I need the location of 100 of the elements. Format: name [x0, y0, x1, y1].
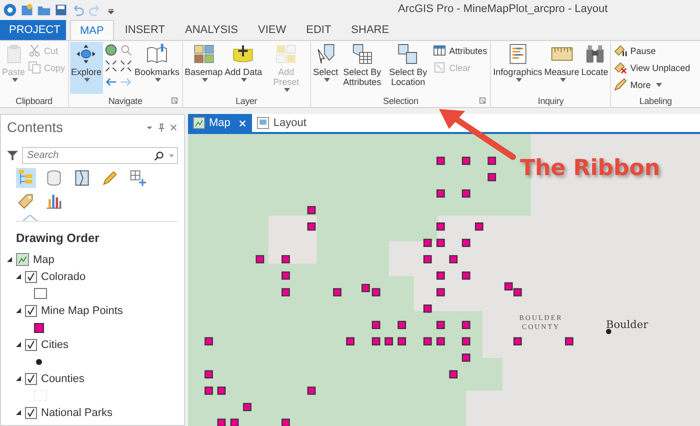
map-icon: [193, 117, 205, 129]
expand-triangle-icon[interactable]: [16, 274, 21, 279]
layer-checkbox[interactable]: [25, 406, 37, 418]
point-marker: [436, 156, 445, 165]
grid-plus-icon[interactable]: [128, 168, 148, 188]
point-marker: [449, 370, 458, 378]
drawing-order-icon[interactable]: [16, 168, 36, 188]
ribbon-tab[interactable]: ANALYSIS: [176, 20, 247, 40]
tree-label[interactable]: National Parks: [41, 406, 113, 418]
point-marker: [243, 402, 252, 412]
ribbon-button[interactable]: Select By Location: [385, 42, 432, 94]
point-marker: [462, 272, 470, 280]
preset-tiles-icon: [275, 43, 298, 65]
point-marker: [436, 272, 445, 280]
tree-label[interactable]: Mine Map Points: [41, 304, 123, 316]
layer-checkbox[interactable]: [25, 304, 37, 316]
city-dot: [606, 328, 612, 334]
point-marker: [423, 255, 432, 264]
ribbon-button[interactable]: Select: [312, 42, 340, 94]
select-location-icon: [397, 43, 420, 65]
search-field[interactable]: Search: [22, 147, 178, 164]
tree-label[interactable]: Map: [33, 254, 54, 266]
tree-label[interactable]: Counties: [41, 372, 84, 384]
ribbon-button[interactable]: Add Data: [224, 42, 264, 94]
tree-label[interactable]: Colorado: [41, 270, 86, 282]
search-icon[interactable]: [154, 151, 164, 161]
layer-checkbox[interactable]: [25, 270, 37, 282]
dialog-launcher-icon[interactable]: [479, 97, 486, 104]
group-title: Inquiry: [538, 96, 564, 106]
ribbon-button[interactable]: Measure: [543, 42, 580, 94]
ribbon-button[interactable]: More: [612, 77, 692, 92]
select-table-icon: [351, 43, 374, 65]
private-land-area: [268, 216, 317, 264]
expand-triangle-icon[interactable]: [16, 308, 21, 313]
ribbon-tab[interactable]: PROJECT: [0, 20, 66, 40]
filter-icon[interactable]: [7, 150, 18, 161]
point-marker: [282, 272, 290, 280]
layout-icon: [257, 117, 270, 129]
point-marker: [282, 288, 290, 296]
ribbon-tab[interactable]: VIEW: [248, 20, 296, 40]
point-marker: [398, 320, 406, 330]
group-title: Clipboard: [16, 96, 52, 106]
point-marker: [462, 189, 470, 198]
ribbon-button[interactable]: Select By Attributes: [339, 42, 386, 94]
ribbon-button[interactable]: Explore: [70, 42, 103, 94]
point-marker: [488, 173, 496, 182]
expand-triangle-icon[interactable]: [16, 342, 21, 347]
point-marker: [436, 288, 445, 296]
point-marker: [462, 156, 470, 165]
ribbon-button[interactable]: Bookmarks: [134, 42, 181, 94]
explore-icon: [75, 43, 98, 65]
layer-checkbox[interactable]: [25, 338, 37, 350]
point-marker: [256, 255, 264, 264]
layer-checkbox[interactable]: [25, 372, 37, 384]
ribbon-tab[interactable]: SHARE: [342, 20, 398, 40]
ribbon-button[interactable]: Locate: [580, 42, 610, 94]
pane-title: Contents: [7, 119, 64, 135]
ribbon-tab[interactable]: INSERT: [116, 20, 174, 40]
scissors-icon: [28, 44, 42, 57]
document-tab[interactable]: Layout: [252, 114, 312, 132]
point-marker: [449, 255, 458, 264]
point-marker: [204, 386, 213, 395]
zoom-out-arrows-icon[interactable]: [120, 60, 132, 72]
zoom-in-arrows-icon[interactable]: [104, 60, 117, 72]
tree-label[interactable]: Cities: [41, 338, 69, 350]
app-logo-icon[interactable]: [3, 3, 17, 17]
dialog-launcher-icon[interactable]: [170, 97, 178, 104]
expand-triangle-icon[interactable]: [7, 257, 12, 262]
ribbon-button[interactable]: Basemap: [184, 42, 224, 94]
point-symbol: [34, 322, 44, 332]
ribbon-button[interactable]: View Unplaced: [612, 60, 692, 75]
point-marker: [307, 206, 316, 214]
close-icon[interactable]: [169, 122, 178, 132]
expand-triangle-icon[interactable]: [16, 376, 21, 381]
point-marker: [333, 288, 342, 296]
ribbon-button[interactable]: Pause: [612, 43, 692, 58]
pencil-icon[interactable]: [100, 168, 120, 188]
pin-icon[interactable]: [157, 122, 166, 132]
group-title: Labeling: [639, 96, 672, 106]
city-label: Boulder: [606, 320, 648, 331]
point-marker: [436, 320, 445, 330]
point-marker: [307, 222, 316, 231]
save-icon[interactable]: [54, 3, 68, 17]
city-dot-symbol: [36, 358, 42, 364]
back-arrow-icon[interactable]: [104, 76, 117, 88]
ribbon-button[interactable]: Attributes: [431, 43, 490, 58]
new-project-icon[interactable]: [20, 3, 34, 17]
expand-triangle-icon[interactable]: [16, 410, 21, 415]
point-marker: [474, 222, 484, 231]
point-marker: [436, 337, 445, 346]
globe-icon[interactable]: [104, 44, 117, 56]
document-tab[interactable]: Map: [188, 114, 252, 132]
point-marker: [513, 337, 522, 346]
point-marker: [462, 238, 470, 247]
group-title: Selection: [383, 96, 418, 106]
ribbon-tab[interactable]: EDIT: [297, 20, 340, 40]
ribbon-tab[interactable]: MAP: [70, 20, 114, 40]
unplaced-label-icon: [614, 61, 628, 74]
point-marker: [423, 304, 432, 313]
ribbon-button[interactable]: Infographics: [492, 42, 544, 94]
